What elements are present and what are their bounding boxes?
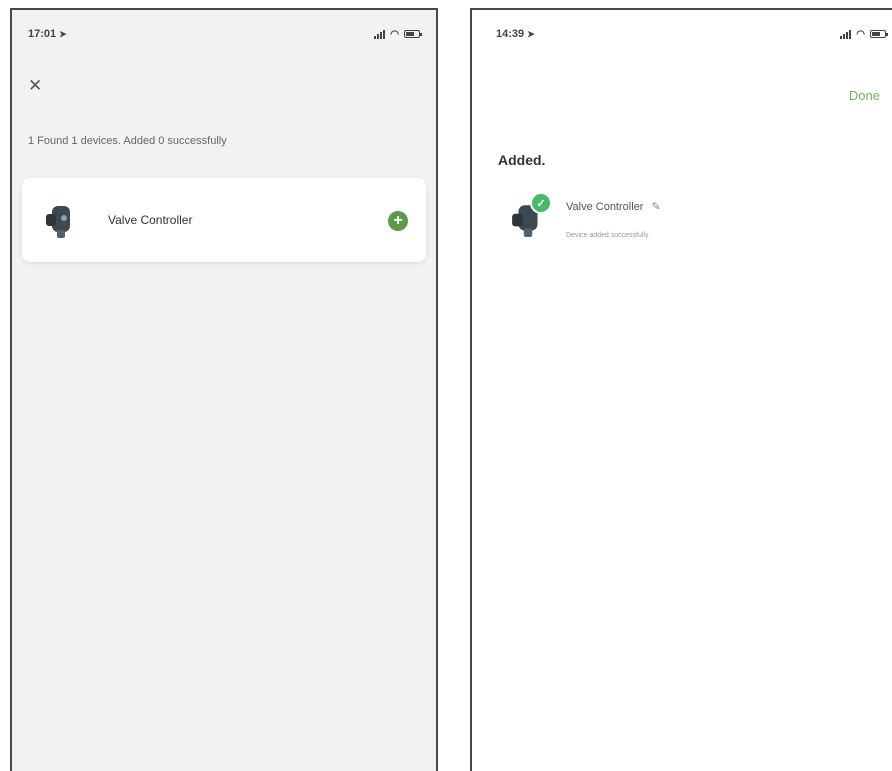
wifi-icon: ◠ [390, 28, 399, 40]
location-icon: ➤ [527, 28, 535, 39]
close-icon[interactable]: ✕ [28, 76, 42, 96]
device-name: Valve Controller [566, 200, 644, 213]
done-button[interactable]: Done [849, 88, 880, 103]
status-time: 17:01 ➤ [28, 28, 67, 40]
check-icon: ✓ [530, 192, 552, 214]
found-devices-text: 1 Found 1 devices. Added 0 successfully [28, 135, 227, 147]
status-icons: ◠ [840, 28, 888, 40]
added-section-title: Added. [498, 152, 546, 168]
status-time: 14:39 ➤ [496, 28, 535, 40]
device-status-text: Device added successfully [566, 232, 649, 239]
edit-pencil-icon[interactable]: ✎ [651, 200, 660, 213]
status-bar: 14:39 ➤ ◠ [496, 26, 888, 42]
device-name: Valve Controller [108, 213, 193, 227]
left-phone-screen: 17:01 ➤ ◠ ✕ 1 Found 1 devices. Added 0 s… [10, 8, 438, 771]
device-name-row: Valve Controller ✎ [566, 200, 661, 214]
battery-icon [404, 30, 422, 38]
status-bar: 17:01 ➤ ◠ [28, 26, 422, 42]
signal-icon [374, 29, 386, 39]
add-device-button[interactable]: + [388, 211, 408, 231]
signal-icon [840, 29, 852, 39]
location-icon: ➤ [59, 28, 67, 39]
added-device-item: ✓ Valve Controller ✎ Device added succes… [510, 190, 750, 254]
plus-icon: + [393, 212, 403, 229]
right-phone-screen: 14:39 ➤ ◠ Done Added. ✓ Valve Controller… [470, 8, 892, 771]
valve-controller-icon [46, 206, 70, 238]
battery-icon [870, 30, 888, 38]
device-card[interactable]: Valve Controller + [22, 178, 426, 262]
wifi-icon: ◠ [856, 28, 865, 40]
status-icons: ◠ [374, 28, 422, 40]
